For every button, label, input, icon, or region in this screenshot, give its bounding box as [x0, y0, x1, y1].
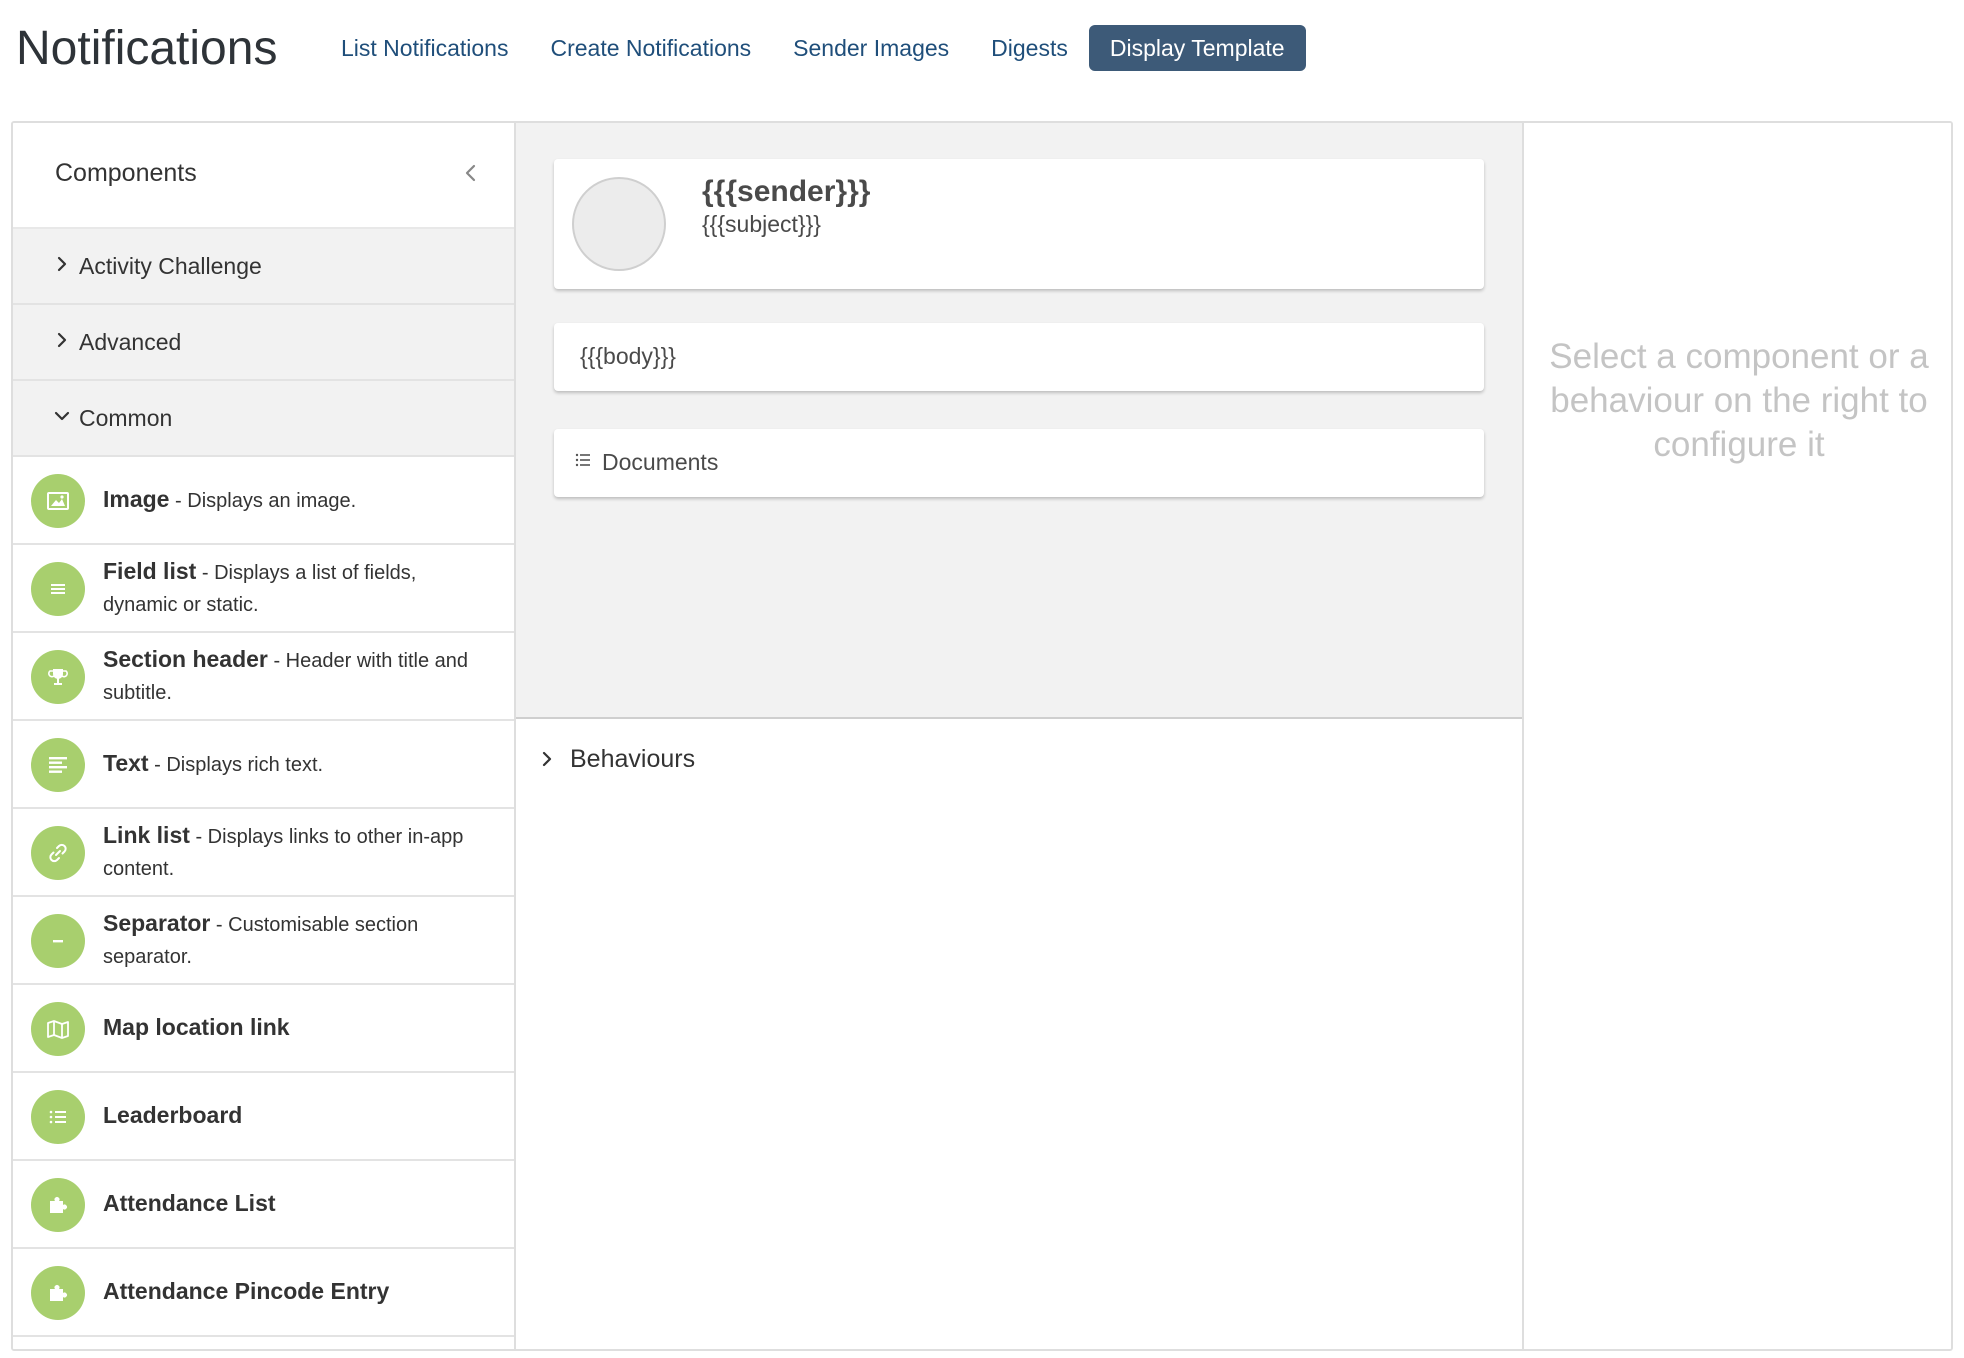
- template-editor: Components Activity Challenge Advanced C…: [11, 121, 1953, 1351]
- page-title: Notifications: [16, 22, 278, 75]
- component-name: Image: [103, 486, 170, 512]
- behaviours-label: Behaviours: [570, 744, 696, 773]
- body-card[interactable]: {{{body}}}: [554, 323, 1484, 391]
- puzzle-icon: [31, 1178, 85, 1232]
- section-label: Activity Challenge: [79, 253, 262, 279]
- nav-digests[interactable]: Digests: [970, 25, 1089, 71]
- sidebar-header: Components: [13, 123, 514, 229]
- documents-label: Documents: [602, 449, 719, 475]
- component-leaderboard[interactable]: Leaderboard: [13, 1073, 514, 1161]
- component-name: Text: [103, 750, 149, 776]
- config-panel: Select a component or a behaviour on the…: [1522, 123, 1951, 1349]
- list-icon: [31, 562, 85, 616]
- top-nav: List Notifications Create Notifications …: [320, 25, 1306, 71]
- component-desc: - Displays an image.: [169, 490, 357, 512]
- subject-placeholder: {{{subject}}}: [702, 211, 821, 237]
- component-field-list[interactable]: Field list - Displays a list of fields, …: [13, 545, 514, 633]
- component-name: Leaderboard: [103, 1102, 243, 1128]
- map-icon: [31, 1002, 85, 1056]
- nav-display-template[interactable]: Display Template: [1088, 25, 1306, 71]
- component-name: Separator: [103, 910, 211, 936]
- section-advanced[interactable]: Advanced: [13, 305, 514, 381]
- sender-card[interactable]: {{{sender}}} {{{subject}}}: [554, 159, 1484, 289]
- chevron-right-icon: [542, 751, 552, 767]
- behaviours-panel: Behaviours: [516, 721, 1522, 1349]
- chevron-right-icon: [57, 332, 67, 348]
- component-image[interactable]: Image - Displays an image.: [13, 457, 514, 545]
- component-map-location-link[interactable]: Map location link: [13, 985, 514, 1073]
- nav-sender-images[interactable]: Sender Images: [772, 25, 970, 71]
- section-activity-challenge[interactable]: Activity Challenge: [13, 229, 514, 305]
- text-align-icon: [31, 738, 85, 792]
- component-name: Map location link: [103, 1014, 290, 1040]
- component-name: Link list: [103, 822, 190, 848]
- puzzle-icon: [31, 1266, 85, 1320]
- trophy-icon: [31, 650, 85, 704]
- documents-card[interactable]: Documents: [554, 429, 1484, 497]
- sidebar-title: Components: [55, 159, 197, 187]
- section-label: Advanced: [79, 329, 182, 355]
- component-attendance-pincode-entry[interactable]: Attendance Pincode Entry: [13, 1249, 514, 1337]
- component-attendance-list[interactable]: Attendance List: [13, 1161, 514, 1249]
- component-section-header[interactable]: Section header - Header with title and s…: [13, 633, 514, 721]
- collapse-sidebar-button[interactable]: [459, 161, 483, 185]
- component-desc: - Displays rich text.: [148, 754, 324, 776]
- avatar: [572, 177, 666, 271]
- components-sidebar: Components Activity Challenge Advanced C…: [13, 123, 516, 1349]
- chevron-down-icon: [54, 411, 70, 421]
- component-name: Field list: [103, 558, 197, 584]
- page-header: Notifications List Notifications Create …: [0, 0, 1964, 100]
- nav-list-notifications[interactable]: List Notifications: [320, 25, 529, 71]
- body-placeholder: {{{body}}}: [580, 343, 676, 369]
- nav-create-notifications[interactable]: Create Notifications: [529, 25, 772, 71]
- component-name: Section header: [103, 646, 268, 672]
- minus-icon: [31, 914, 85, 968]
- section-label: Common: [79, 405, 173, 431]
- behaviours-toggle[interactable]: Behaviours: [538, 739, 695, 779]
- list-ol-icon: [31, 1090, 85, 1144]
- image-icon: [31, 474, 85, 528]
- section-common[interactable]: Common: [13, 381, 514, 457]
- link-icon: [31, 826, 85, 880]
- config-hint: Select a component or a behaviour on the…: [1549, 337, 1929, 464]
- component-name: Attendance List: [103, 1190, 276, 1216]
- chevron-right-icon: [57, 256, 67, 272]
- component-link-list[interactable]: Link list - Displays links to other in-a…: [13, 809, 514, 897]
- chevron-left-icon: [465, 164, 476, 182]
- component-text[interactable]: Text - Displays rich text.: [13, 721, 514, 809]
- component-separator[interactable]: Separator - Customisable section separat…: [13, 897, 514, 985]
- component-name: Attendance Pincode Entry: [103, 1278, 390, 1304]
- template-canvas: {{{sender}}} {{{subject}}} {{{body}}} Do…: [516, 123, 1522, 719]
- sender-placeholder: {{{sender}}}: [702, 175, 871, 208]
- list-icon: [575, 453, 590, 467]
